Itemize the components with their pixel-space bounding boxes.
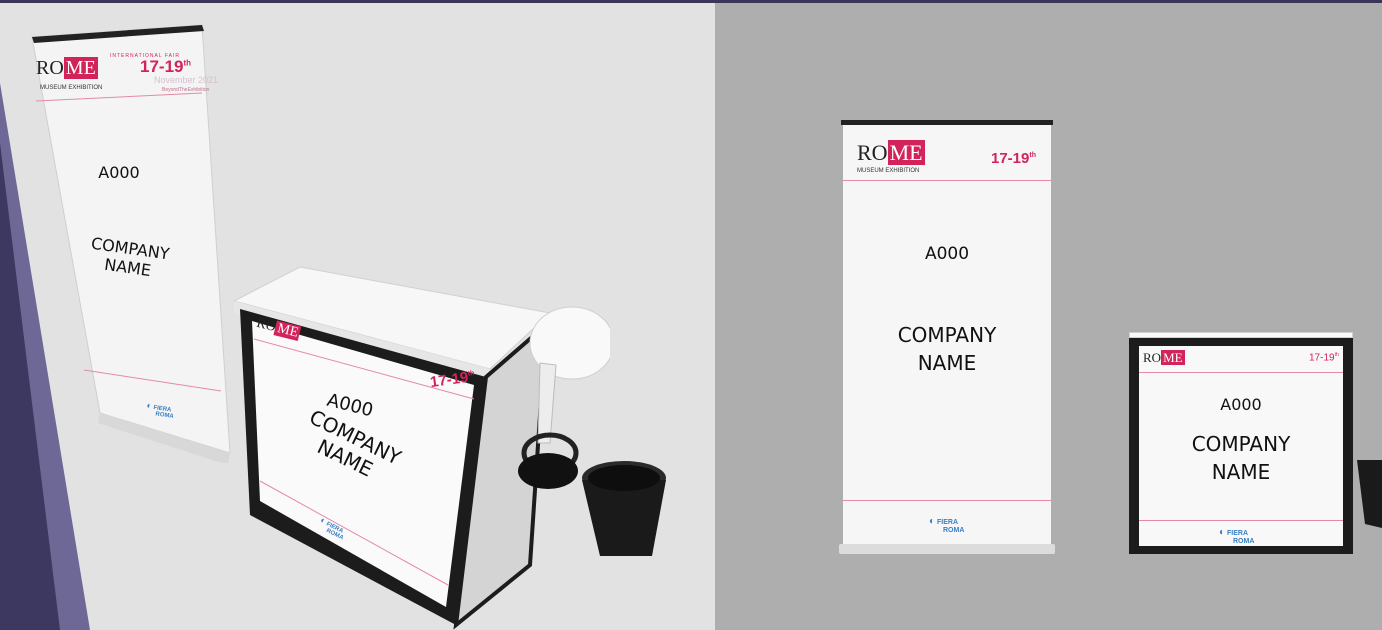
tagline: BeyondTheExhibition	[162, 87, 210, 93]
rollup-banner-left: RO ME MUSEUM EXHIBITION INTERNATIONAL FAI…	[14, 13, 234, 463]
logo-subtitle: MUSEUM EXHIBITION	[40, 85, 103, 91]
front-rome-logo: ROME	[857, 140, 925, 165]
banner-base	[839, 544, 1055, 554]
counter-front-event-dates: 17-19th	[1309, 352, 1339, 364]
front-event-dates: 17-19th	[991, 150, 1036, 167]
wastebasket	[582, 461, 666, 556]
counter-front: RO ME 17-19th A000 COMPANY NAME ◐ FIERA ROM…	[1129, 332, 1353, 556]
counter-front-rome-logo: RO ME	[1143, 350, 1185, 365]
front-fiera-roma-logo: ◐ FIERA ROMA	[929, 516, 965, 535]
counter-front-company-name: COMPANY NAME	[1191, 432, 1291, 484]
front-stand-number: A000	[924, 244, 970, 264]
counter-front-stand-number: A000	[1220, 395, 1262, 414]
stand-number: A000	[98, 163, 140, 182]
perspective-view: RO ME MUSEUM EXHIBITION INTERNATIONAL FAI…	[0, 3, 715, 630]
front-view: ROME MUSEUM EXHIBITION 17-19th A000 COMP…	[715, 3, 1382, 630]
rollup-banner-front: ROME MUSEUM EXHIBITION 17-19th A000 COMP…	[839, 120, 1055, 556]
front-company-name: COMPANY NAME	[897, 323, 997, 375]
counter-front-fiera-roma-logo: ◐ FIERA ROMA	[1219, 527, 1255, 546]
front-wastebasket	[1357, 460, 1382, 528]
front-logo-subtitle: MUSEUM EXHIBITION	[857, 168, 920, 174]
event-dates: 17-19th	[140, 57, 192, 76]
month-year: November 2021	[154, 75, 219, 85]
rome-logo: RO ME	[36, 57, 98, 79]
